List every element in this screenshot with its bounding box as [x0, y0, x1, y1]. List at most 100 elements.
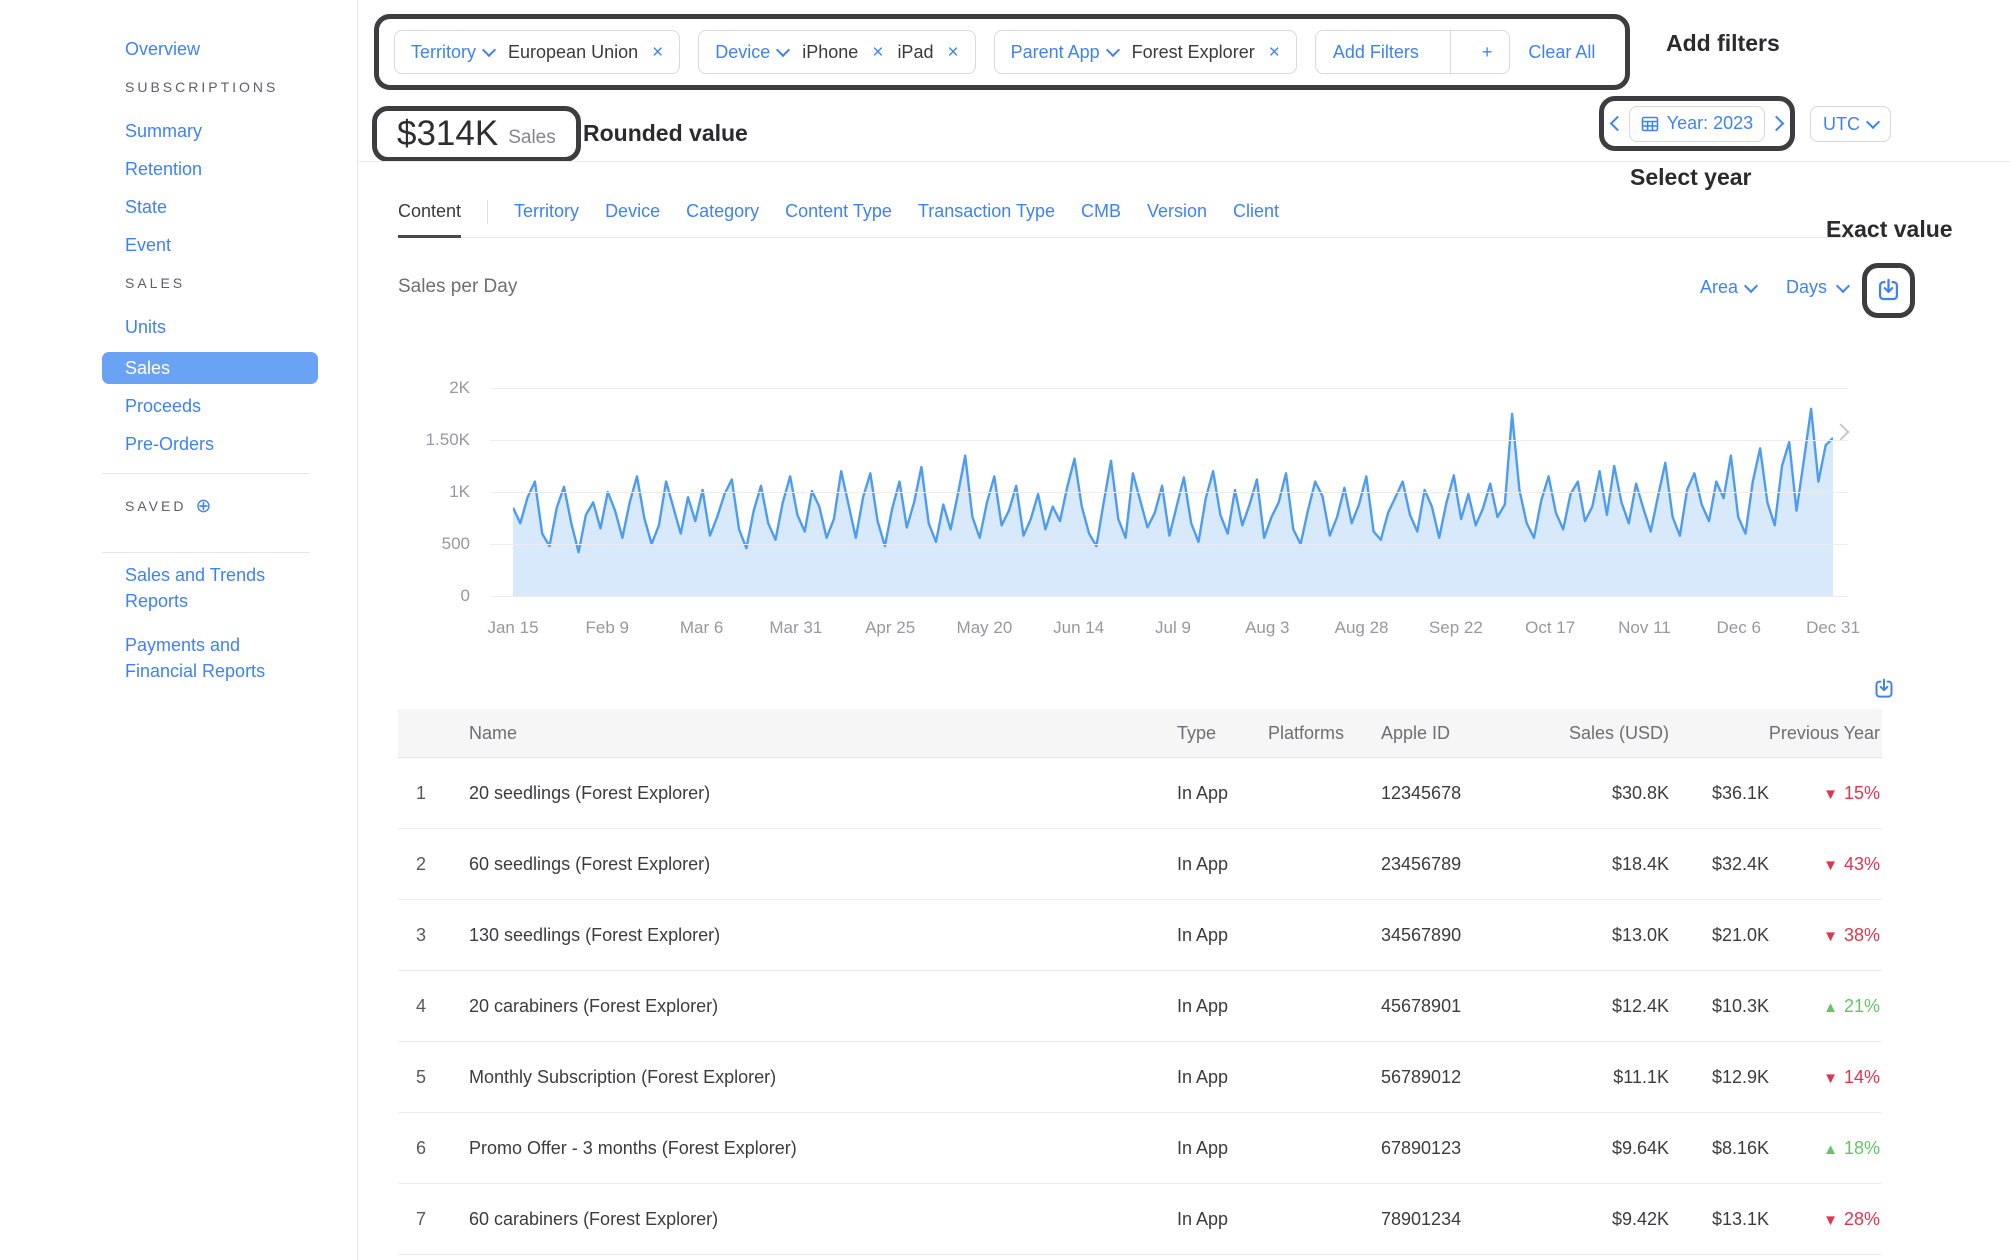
sidebar-item-payments-and-financial-reports[interactable]: Payments and Financial Reports — [102, 632, 295, 684]
cell-rank: 4 — [398, 996, 444, 1017]
tab-device[interactable]: Device — [605, 186, 660, 237]
triangle-down-icon: ▼ — [1823, 928, 1838, 945]
y-axis-label: 500 — [398, 533, 470, 555]
sidebar-item-sales[interactable]: Sales — [102, 352, 318, 384]
clear-all-link[interactable]: Clear All — [1528, 42, 1595, 63]
cell-name: 60 seedlings (Forest Explorer) — [444, 854, 1165, 875]
triangle-up-icon: ▲ — [1823, 999, 1838, 1016]
sidebar-item-sales-and-trends-reports[interactable]: Sales and Trends Reports — [102, 562, 295, 614]
cell-sales-usd: $9.64K — [1500, 1138, 1681, 1159]
previous-year-icon[interactable] — [1610, 116, 1626, 132]
cell-previous-year: $12.9K — [1681, 1067, 1781, 1088]
tab-territory[interactable]: Territory — [514, 186, 579, 237]
y-axis-label: 2K — [398, 377, 470, 399]
chevron-down-icon — [776, 43, 790, 57]
table-row: 420 carabiners (Forest Explorer)In App 45… — [398, 971, 1882, 1042]
table-row: 5Monthly Subscription (Forest Explorer)I… — [398, 1042, 1882, 1113]
sales-per-day-chart: 2K1.50K1K5000Jan 15Feb 9Mar 6Mar 31Apr 2… — [398, 370, 1882, 660]
timezone-button[interactable]: UTC — [1810, 106, 1891, 142]
calendar-icon — [1641, 115, 1659, 133]
download-annotation-box — [1862, 263, 1915, 318]
cell-type: In App — [1165, 854, 1250, 875]
triangle-down-icon: ▼ — [1823, 786, 1838, 803]
chart-gridline — [490, 492, 1848, 493]
sidebar-item-retention[interactable]: Retention — [102, 156, 318, 182]
table-row: 6Promo Offer - 3 months (Forest Explorer… — [398, 1113, 1882, 1184]
sidebar-section-sales: SALES — [102, 270, 357, 296]
sidebar-item-summary[interactable]: Summary — [102, 118, 318, 144]
cell-name: 20 seedlings (Forest Explorer) — [444, 783, 1165, 804]
cell-type: In App — [1165, 1067, 1250, 1088]
annotation-add-filters: Add filters — [1666, 30, 1780, 57]
add-saved-icon[interactable]: ⊕ — [195, 497, 211, 516]
filter-value-forest-explorer: Forest Explorer — [1132, 42, 1255, 63]
tab-category[interactable]: Category — [686, 186, 759, 237]
cell-name: Monthly Subscription (Forest Explorer) — [444, 1067, 1165, 1088]
tab-version[interactable]: Version — [1147, 186, 1207, 237]
next-year-icon[interactable] — [1769, 116, 1785, 132]
table-download-button[interactable] — [1872, 677, 1896, 701]
cell-apple-id: 78901234 — [1356, 1209, 1500, 1230]
sidebar-divider — [102, 473, 310, 474]
sidebar-item-pre-orders[interactable]: Pre-Orders — [102, 431, 318, 457]
remove-filter-icon[interactable]: × — [872, 43, 883, 62]
y-axis-label: 1.50K — [398, 429, 470, 451]
sidebar-item-overview[interactable]: Overview — [102, 36, 318, 62]
add-filters-plus-button[interactable]: + — [1465, 42, 1510, 63]
tab-cmb[interactable]: CMB — [1081, 186, 1121, 237]
chart-type-dropdown[interactable]: Area — [1700, 277, 1756, 298]
cell-previous-year: $21.0K — [1681, 925, 1781, 946]
cell-type: In App — [1165, 996, 1250, 1017]
remove-filter-icon[interactable]: × — [1269, 43, 1280, 62]
cell-apple-id: 67890123 — [1356, 1138, 1500, 1159]
triangle-down-icon: ▼ — [1823, 857, 1838, 874]
col-header-type: Type — [1165, 723, 1250, 744]
filter-dropdown-device[interactable]: Device — [715, 42, 788, 63]
sidebar-item-state[interactable]: State — [102, 194, 318, 220]
chart-download-button[interactable] — [1875, 277, 1902, 304]
filter-dropdown-parent-app[interactable]: Parent App — [1011, 42, 1118, 63]
filter-dropdown-territory[interactable]: Territory — [411, 42, 494, 63]
year-selector-button[interactable]: Year: 2023 — [1629, 106, 1765, 142]
sidebar-item-proceeds[interactable]: Proceeds — [102, 393, 318, 419]
tab-separator — [487, 200, 488, 224]
kpi-sales-unit: Sales — [508, 127, 556, 149]
cell-type: In App — [1165, 1209, 1250, 1230]
sidebar-item-units[interactable]: Units — [102, 314, 318, 340]
tab-content[interactable]: Content — [398, 186, 461, 237]
cell-change: ▼38% — [1781, 925, 1882, 946]
col-header-sales-usd: Sales (USD) — [1500, 723, 1681, 744]
tab-content-type[interactable]: Content Type — [785, 186, 892, 237]
cell-name: 130 seedlings (Forest Explorer) — [444, 925, 1165, 946]
table-row: 260 seedlings (Forest Explorer)In App234… — [398, 829, 1882, 900]
x-axis-label-aug-3: Aug 3 — [1245, 618, 1289, 638]
tab-transaction-type[interactable]: Transaction Type — [918, 186, 1055, 237]
sidebar-item-event[interactable]: Event — [102, 232, 318, 258]
chevron-down-icon — [1744, 278, 1758, 292]
chart-scroll-next-icon[interactable] — [1833, 424, 1850, 441]
x-axis-label-may-20: May 20 — [957, 618, 1013, 638]
change-value: 14% — [1844, 1067, 1880, 1087]
cell-rank: 3 — [398, 925, 444, 946]
col-header-platforms: Platforms — [1250, 723, 1356, 744]
cell-apple-id: 45678901 — [1356, 996, 1500, 1017]
filter-value-european-union: European Union — [508, 42, 638, 63]
remove-filter-icon[interactable]: × — [947, 43, 958, 62]
chart-granularity-label: Days — [1786, 277, 1827, 298]
cell-change: ▼43% — [1781, 854, 1882, 875]
tab-client[interactable]: Client — [1233, 186, 1279, 237]
chart-gridline — [490, 544, 1848, 545]
cell-sales-usd: $11.1K — [1500, 1067, 1681, 1088]
chart-gridline — [490, 388, 1848, 389]
x-axis-label-apr-25: Apr 25 — [865, 618, 915, 638]
chart-granularity-dropdown[interactable]: Days — [1786, 277, 1848, 298]
cell-name: 20 carabiners (Forest Explorer) — [444, 996, 1165, 1017]
cell-name: Promo Offer - 3 months (Forest Explorer) — [444, 1138, 1165, 1159]
add-filters-button[interactable]: Add Filters — [1316, 42, 1436, 63]
cell-change: ▼28% — [1781, 1209, 1882, 1230]
x-axis-label-jul-9: Jul 9 — [1155, 618, 1191, 638]
remove-filter-icon[interactable]: × — [652, 43, 663, 62]
chart-gridline — [490, 440, 1848, 441]
cell-apple-id: 23456789 — [1356, 854, 1500, 875]
x-axis-label-mar-6: Mar 6 — [680, 618, 723, 638]
